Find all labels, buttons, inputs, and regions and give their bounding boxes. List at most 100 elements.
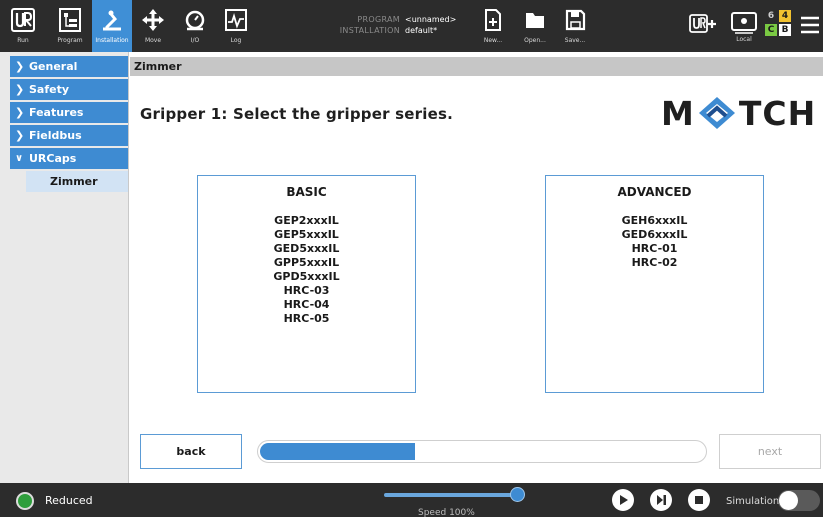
- installation-tab-label: Installation: [95, 37, 129, 44]
- breadcrumb: Zimmer: [130, 57, 823, 76]
- local-label: Local: [736, 36, 752, 43]
- stop-button[interactable]: [688, 489, 710, 511]
- move-tab-label: Move: [144, 37, 162, 44]
- log-tab[interactable]: Log: [220, 0, 252, 52]
- program-tab[interactable]: Program: [48, 0, 92, 52]
- local-control-button[interactable]: Local: [727, 0, 761, 52]
- installation-name: default*: [405, 26, 438, 35]
- sidebar-item-urcaps[interactable]: ∨ URCaps: [10, 148, 128, 169]
- teach-pendant-icon: [731, 12, 757, 34]
- model-item: GED6xxxIL: [621, 228, 688, 241]
- sidebar-item-label: Safety: [29, 83, 70, 96]
- sidebar-item-label: URCaps: [29, 152, 77, 165]
- save-icon: [565, 9, 586, 31]
- sidebar-item-safety[interactable]: ❯ Safety: [10, 79, 128, 100]
- toggle-knob: [779, 491, 798, 510]
- model-item: GEH6xxxIL: [621, 214, 688, 227]
- chevron-down-icon: ∨: [15, 153, 24, 164]
- simulation-label: Simulation: [726, 496, 780, 507]
- new-file-icon: [485, 9, 501, 31]
- badge-6: 6: [765, 10, 777, 22]
- wizard-progress-fill: [260, 443, 415, 460]
- open-folder-icon: [526, 13, 544, 28]
- model-item: HRC-01: [631, 242, 678, 255]
- wizard-progress-bar: [257, 440, 707, 463]
- model-item: GPP5xxxIL: [273, 256, 340, 269]
- hamburger-menu-icon: [801, 16, 819, 34]
- sidebar-item-label: Features: [29, 106, 84, 119]
- menu-button[interactable]: [799, 14, 821, 36]
- model-item: GEP5xxxIL: [274, 228, 339, 241]
- speed-slider-track[interactable]: [384, 493, 519, 497]
- move-icon: [142, 9, 164, 31]
- model-item: GPD5xxxIL: [273, 270, 340, 283]
- urplus-icon: [689, 14, 716, 33]
- open-button-label: Open...: [524, 37, 546, 44]
- sidebar-item-zimmer[interactable]: Zimmer: [26, 171, 128, 192]
- installation-icon: [103, 10, 121, 31]
- sidebar-item-fieldbus[interactable]: ❯ Fieldbus: [10, 125, 128, 146]
- stop-icon: [695, 496, 703, 504]
- program-name: <unnamed>: [405, 15, 457, 24]
- model-item: HRC-03: [283, 284, 330, 297]
- sidebar-item-label: Zimmer: [50, 175, 98, 188]
- badge-b: B: [779, 24, 791, 36]
- installation-tab[interactable]: Installation: [92, 0, 132, 52]
- model-item: HRC-04: [283, 298, 330, 311]
- match-logo-mark-icon: [698, 97, 735, 129]
- advanced-series-option[interactable]: ADVANCED GEH6xxxIL GED6xxxIL HRC-01 HRC-…: [545, 175, 764, 393]
- badge-c: C: [765, 24, 777, 36]
- chevron-right-icon: ❯: [15, 60, 25, 73]
- chevron-right-icon: ❯: [15, 129, 25, 142]
- model-item: HRC-02: [631, 256, 678, 269]
- back-button[interactable]: back: [140, 434, 242, 469]
- match-logo: M TCH: [661, 93, 817, 133]
- basic-series-option[interactable]: BASIC GEP2xxxIL GEP5xxxIL GED5xxxIL GPP5…: [197, 175, 416, 393]
- simulation-toggle[interactable]: [778, 490, 820, 511]
- series-title: ADVANCED: [617, 185, 692, 199]
- chevron-right-icon: ❯: [15, 83, 25, 96]
- run-tab[interactable]: Run: [4, 0, 42, 52]
- next-button[interactable]: next: [719, 434, 821, 469]
- robot-status-icon[interactable]: [16, 492, 34, 510]
- ur-logo-icon: [11, 8, 35, 32]
- polyscope-window: Run Program Installation Move I/O Log PR…: [0, 0, 823, 517]
- speed-label: Speed 100%: [418, 508, 475, 517]
- speed-slider-handle[interactable]: [510, 487, 525, 502]
- safety-checksum-badges[interactable]: 6 4 C B: [765, 10, 795, 40]
- sidebar-item-label: Fieldbus: [29, 129, 82, 142]
- model-item: GEP2xxxIL: [274, 214, 339, 227]
- model-item: GED5xxxIL: [273, 242, 340, 255]
- io-icon: [185, 10, 205, 31]
- new-button[interactable]: New...: [478, 0, 508, 52]
- program-tab-label: Program: [57, 37, 83, 44]
- save-button-label: Save...: [564, 37, 586, 44]
- program-key: PROGRAM: [357, 15, 400, 24]
- step-button[interactable]: [650, 489, 672, 511]
- model-list: GEP2xxxIL GEP5xxxIL GED5xxxIL GPP5xxxIL …: [198, 214, 415, 326]
- robot-status-text: Reduced: [45, 494, 93, 507]
- save-button[interactable]: Save...: [560, 0, 590, 52]
- program-info: PROGRAM <unnamed> INSTALLATION default*: [335, 14, 457, 36]
- installation-sidebar: ❯ General ❯ Safety ❯ Features ❯ Fieldbus…: [0, 52, 129, 483]
- step-icon: [657, 495, 666, 505]
- play-button[interactable]: [612, 489, 634, 511]
- sidebar-item-features[interactable]: ❯ Features: [10, 102, 128, 123]
- log-tab-label: Log: [230, 37, 242, 44]
- badge-4: 4: [779, 10, 791, 22]
- move-tab[interactable]: Move: [136, 0, 170, 52]
- top-bar: Run Program Installation Move I/O Log PR…: [0, 0, 823, 52]
- urplus-button[interactable]: [688, 12, 718, 38]
- log-icon: [225, 9, 247, 31]
- page-title: Gripper 1: Select the gripper series.: [140, 105, 453, 123]
- program-icon: [59, 8, 81, 32]
- installation-key: INSTALLATION: [339, 26, 400, 35]
- sidebar-item-label: General: [29, 60, 78, 73]
- series-title: BASIC: [286, 185, 327, 199]
- run-tab-label: Run: [17, 37, 29, 44]
- model-item: HRC-05: [283, 312, 330, 325]
- sidebar-item-general[interactable]: ❯ General: [10, 56, 128, 77]
- open-button[interactable]: Open...: [520, 0, 550, 52]
- io-tab[interactable]: I/O: [178, 0, 212, 52]
- play-icon: [620, 495, 628, 505]
